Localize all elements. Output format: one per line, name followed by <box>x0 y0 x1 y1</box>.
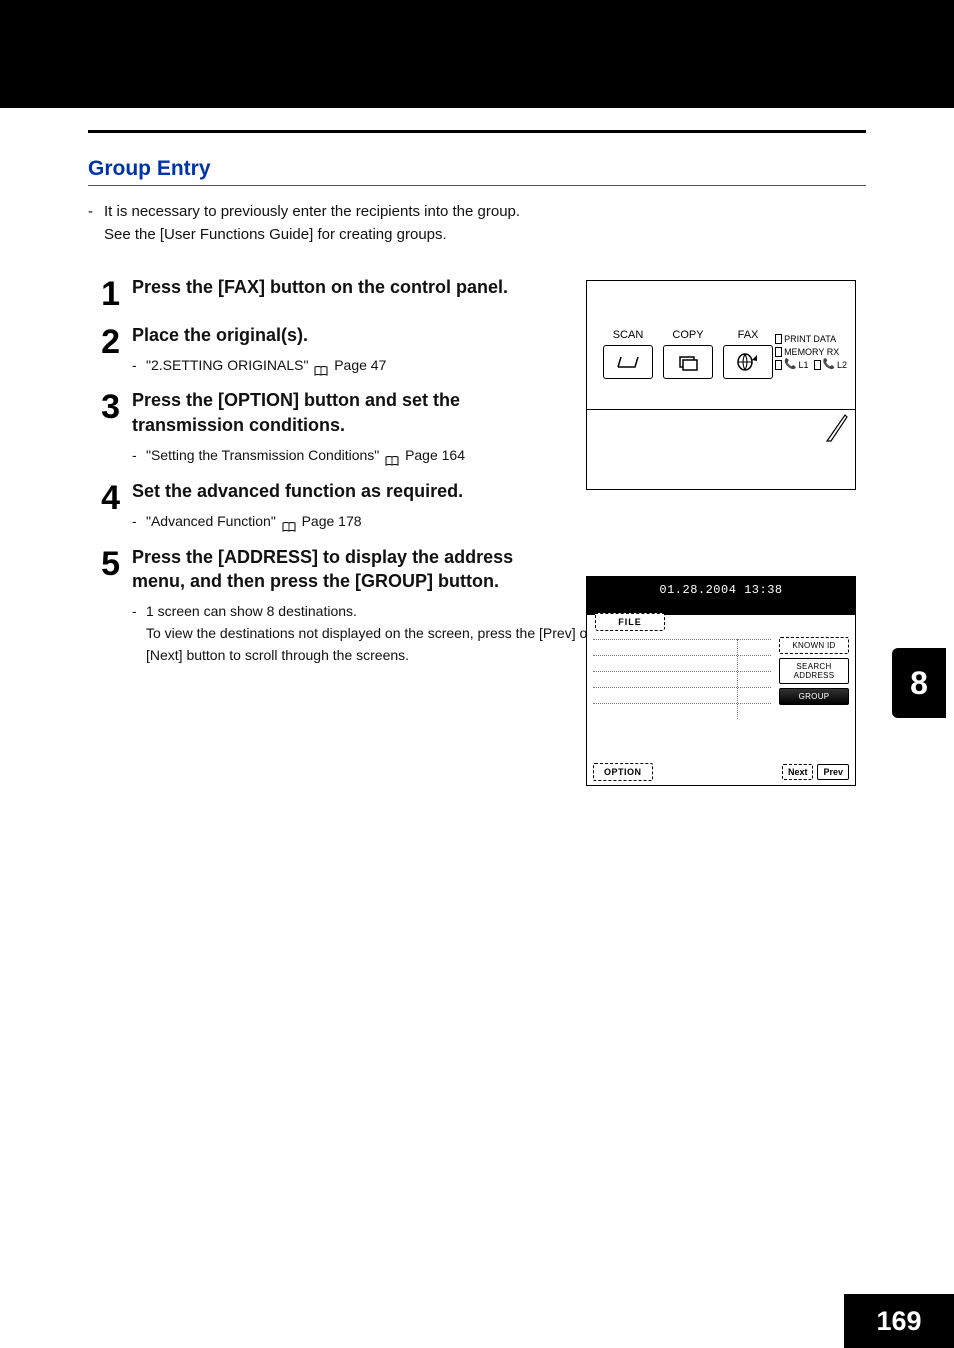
ref-page: Page 47 <box>334 357 386 373</box>
search-address-button: SEARCH ADDRESS <box>779 658 849 684</box>
top-rule <box>88 130 866 133</box>
intro-text-2: See the [User Functions Guide] for creat… <box>104 226 447 243</box>
step-sub: "2.SETTING ORIGINALS" Page 47 <box>132 355 632 377</box>
l1-label: L1 <box>799 359 809 372</box>
book-icon <box>282 517 296 527</box>
step-sub: "Advanced Function" Page 178 <box>132 511 632 533</box>
option-button: OPTION <box>593 763 653 781</box>
step-heading: Set the advanced function as required. <box>132 479 552 503</box>
scan-icon <box>615 353 641 371</box>
book-icon <box>314 361 328 371</box>
step-heading: Place the original(s). <box>132 323 552 347</box>
section-title: Group Entry <box>88 157 866 181</box>
step-number: 1 <box>88 275 120 311</box>
book-icon <box>385 451 399 461</box>
ref-title: "Advanced Function" <box>146 513 276 529</box>
chapter-tab: 8 <box>892 648 946 718</box>
step-number: 4 <box>88 479 120 515</box>
step-number: 5 <box>88 545 120 581</box>
control-panel-figure: SCAN COPY FAX PRINT DATA MEMORY RX <box>586 280 856 490</box>
step-heading: Press the [FAX] button on the control pa… <box>132 275 552 299</box>
ref-title: "Setting the Transmission Conditions" <box>146 447 379 463</box>
memory-rx-label: MEMORY RX <box>784 346 839 359</box>
copy-icon <box>676 353 700 371</box>
group-button: GROUP <box>779 688 849 705</box>
step-number: 3 <box>88 388 120 424</box>
step-number: 2 <box>88 323 120 359</box>
stylus-icon <box>825 413 849 443</box>
title-underline <box>88 185 866 186</box>
scan-button-illustration: SCAN <box>603 329 653 379</box>
address-grid <box>593 639 771 719</box>
copy-label: COPY <box>663 329 713 341</box>
header-black-bar <box>0 0 954 108</box>
fax-icon <box>735 352 761 372</box>
copy-button-illustration: COPY <box>663 329 713 379</box>
known-id-button: KNOWN ID <box>779 637 849 654</box>
screen-timestamp: 01.28.2004 13:38 <box>587 577 855 615</box>
prev-button: Prev <box>817 764 849 780</box>
ref-page: Page 178 <box>302 513 362 529</box>
intro-list: It is necessary to previously enter the … <box>88 200 866 247</box>
l2-label: L2 <box>837 359 847 372</box>
ref-title: "2.SETTING ORIGINALS" <box>146 357 308 373</box>
step-heading: Press the [OPTION] button and set the tr… <box>132 388 552 437</box>
status-indicators: PRINT DATA MEMORY RX 📞L1 📞L2 <box>775 333 847 372</box>
step-sub: 1 screen can show 8 destinations. To vie… <box>132 601 632 666</box>
intro-text-1: It is necessary to previously enter the … <box>104 203 520 220</box>
next-button: Next <box>782 764 814 780</box>
scan-label: SCAN <box>603 329 653 341</box>
step-heading: Press the [ADDRESS] to display the addre… <box>132 545 552 594</box>
intro-line: It is necessary to previously enter the … <box>88 200 866 247</box>
fax-button-illustration: FAX <box>723 329 773 379</box>
lcd-screen-figure: 01.28.2004 13:38 FILE KNOWN ID SEARCH AD… <box>586 576 856 786</box>
step-sub: "Setting the Transmission Conditions" Pa… <box>132 445 632 467</box>
page-number: 169 <box>844 1294 954 1348</box>
fax-label: FAX <box>723 329 773 341</box>
ref-page: Page 164 <box>405 447 465 463</box>
print-data-label: PRINT DATA <box>784 333 836 346</box>
file-tab: FILE <box>595 613 665 631</box>
